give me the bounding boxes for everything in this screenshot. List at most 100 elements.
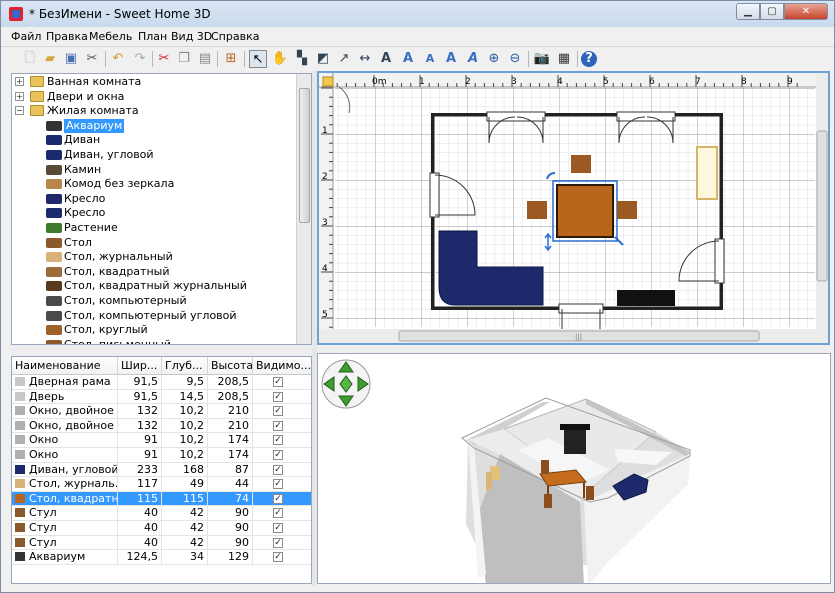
column-header-name[interactable]: Наименование <box>12 357 118 375</box>
aquarium[interactable] <box>617 290 675 306</box>
table-row[interactable]: Стол, журналь... 117 49 44 ✓ <box>12 477 311 492</box>
catalog-item[interactable]: Кресло <box>12 192 297 206</box>
visible-checkbox[interactable]: ✓ <box>273 523 283 533</box>
table-row[interactable]: Дверная рама 91,5 9,5 208,5 ✓ <box>12 375 311 390</box>
catalog-item[interactable]: Стол, компьютерный <box>12 294 297 308</box>
expand-icon[interactable]: + <box>15 77 24 86</box>
preferences-icon[interactable]: ✂ <box>83 50 101 68</box>
fireplace[interactable] <box>696 146 718 200</box>
visible-checkbox[interactable]: ✓ <box>273 552 283 563</box>
menu-plan[interactable]: План <box>138 30 167 43</box>
column-header-depth[interactable]: Глуб... <box>162 357 208 375</box>
column-header-visible[interactable]: Видимо... <box>253 357 311 375</box>
catalog-item[interactable]: Аквариум <box>12 118 297 133</box>
visible-checkbox[interactable]: ✓ <box>273 537 283 548</box>
collapse-icon[interactable]: − <box>15 106 24 116</box>
open-folder-icon[interactable]: ▰ <box>41 50 59 68</box>
bold-text-icon[interactable]: A <box>442 50 460 68</box>
right-splitter[interactable] <box>317 345 831 353</box>
chair[interactable] <box>527 201 547 219</box>
create-dimensions-icon[interactable]: ↔ <box>356 50 374 68</box>
table-row[interactable]: Диван, угловой 233 168 87 ✓ <box>12 462 311 478</box>
table-row[interactable]: Окно, двойное ... 132 10,2 210 ✓ <box>12 418 311 434</box>
help-icon[interactable]: ? <box>581 51 597 67</box>
cut-icon[interactable]: ✂ <box>155 50 173 68</box>
table-row[interactable]: Окно 91 10,2 174 ✓ <box>12 433 311 448</box>
menu-3d-view[interactable]: Вид 3D <box>171 30 212 43</box>
catalog-item[interactable]: Растение <box>12 221 297 235</box>
visible-checkbox[interactable]: ✓ <box>273 493 283 504</box>
visible-checkbox[interactable]: ✓ <box>273 377 283 387</box>
create-walls-icon[interactable]: ▚ <box>293 50 311 68</box>
table-row[interactable]: Стул 40 42 90 ✓ <box>12 521 311 536</box>
catalog-category[interactable]: − Жилая комната <box>12 104 297 118</box>
redo-icon[interactable]: ↷ <box>131 50 149 68</box>
close-button[interactable]: ✕ <box>784 3 828 20</box>
select-mode-icon[interactable]: ↖ <box>249 50 267 68</box>
catalog-item[interactable]: Стол <box>12 236 297 250</box>
catalog-item[interactable]: Стол, письменный <box>12 338 297 344</box>
create-rooms-icon[interactable]: ◩ <box>314 50 332 68</box>
new-file-icon[interactable]: 🗋 <box>21 50 39 68</box>
catalog-category[interactable]: + Ванная комната <box>12 75 297 89</box>
add-furniture-icon[interactable]: ⊞ <box>222 50 240 68</box>
chair[interactable] <box>617 201 637 219</box>
menu-help[interactable]: Справка <box>211 30 259 43</box>
3d-chair[interactable] <box>586 486 594 500</box>
undo-icon[interactable]: ↶ <box>109 50 127 68</box>
menu-furniture[interactable]: Мебель <box>89 30 132 43</box>
zoom-in-icon[interactable]: ⊕ <box>485 50 503 68</box>
catalog-item[interactable]: Стол, квадратный журнальный <box>12 279 297 293</box>
visible-checkbox[interactable]: ✓ <box>273 450 283 460</box>
visible-checkbox[interactable]: ✓ <box>273 420 283 431</box>
catalog-item[interactable]: Диван, угловой <box>12 148 297 162</box>
table-row[interactable]: Аквариум 124,5 34 129 ✓ <box>12 550 311 565</box>
create-video-icon[interactable]: ▦ <box>555 50 573 68</box>
table-row[interactable]: Окно, двойное ... 132 10,2 210 ✓ <box>12 404 311 419</box>
catalog-item[interactable]: Диван <box>12 133 297 147</box>
catalog-scrollbar[interactable] <box>296 74 311 344</box>
visible-checkbox[interactable]: ✓ <box>273 464 283 475</box>
table-row[interactable]: Стул 40 42 90 ✓ <box>12 506 311 521</box>
zoom-out-icon[interactable]: ⊖ <box>506 50 524 68</box>
catalog-item[interactable]: Камин <box>12 163 297 177</box>
3d-chair[interactable] <box>541 460 549 474</box>
add-text-icon[interactable]: A <box>377 50 395 68</box>
scrollbar-thumb[interactable] <box>299 88 310 223</box>
chair[interactable] <box>571 155 591 173</box>
catalog-item[interactable]: Стол, компьютерный угловой <box>12 309 297 323</box>
scrollbar-thumb[interactable] <box>816 130 828 282</box>
pan-hand-icon[interactable]: ✋ <box>271 50 289 68</box>
create-polylines-icon[interactable]: ↗ <box>335 50 353 68</box>
create-photo-icon[interactable]: 📷 <box>533 50 551 68</box>
3d-aquarium[interactable] <box>564 426 586 454</box>
table-row[interactable]: Окно 91 10,2 174 ✓ <box>12 448 311 463</box>
visible-checkbox[interactable]: ✓ <box>273 406 283 417</box>
decrease-text-size-icon[interactable]: A <box>421 50 439 68</box>
plan-view[interactable]: 0m 1 2 3 4 5 6 7 8 9 1 2 3 4 5 ||| <box>317 71 830 345</box>
copy-icon[interactable]: ❐ <box>175 50 193 68</box>
menu-file[interactable]: Файл <box>11 30 41 43</box>
3d-chair[interactable] <box>544 494 552 508</box>
visible-checkbox[interactable]: ✓ <box>273 435 283 446</box>
table-row[interactable]: Дверь 91,5 14,5 208,5 ✓ <box>12 389 311 405</box>
increase-text-size-icon[interactable]: A <box>399 50 417 68</box>
catalog-item[interactable]: Комод без зеркала <box>12 177 297 191</box>
table-row[interactable]: Стол, квадратн...11511574✓ <box>12 491 311 507</box>
italic-text-icon[interactable]: A <box>464 50 482 68</box>
square-table[interactable] <box>556 184 614 238</box>
expand-icon[interactable]: + <box>15 91 24 101</box>
3d-view[interactable] <box>317 353 831 584</box>
maximize-button[interactable]: ▢ <box>760 3 784 20</box>
navigation-arrows-icon[interactable] <box>321 359 371 409</box>
catalog-category[interactable]: + Двери и окна <box>12 90 297 104</box>
catalog-item[interactable]: Стол, круглый <box>12 323 297 337</box>
minimize-button[interactable]: ▁ <box>736 3 760 20</box>
furniture-catalog-tree[interactable]: + Ванная комната + Двери и окна − Жилая комна… <box>11 73 312 345</box>
visible-checkbox[interactable]: ✓ <box>273 508 283 519</box>
paste-icon[interactable]: ▤ <box>196 50 214 68</box>
save-icon[interactable]: ▣ <box>62 50 80 68</box>
table-row[interactable]: Стул 40 42 90 ✓ <box>12 535 311 551</box>
catalog-item[interactable]: Стол, квадратный <box>12 265 297 279</box>
visible-checkbox[interactable]: ✓ <box>273 391 283 402</box>
